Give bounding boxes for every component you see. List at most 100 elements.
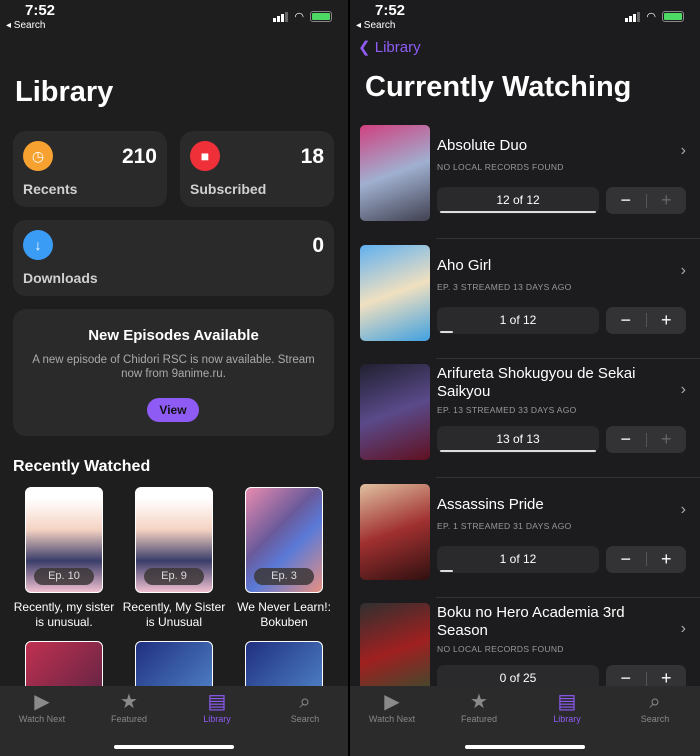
show-title: Assassins Pride (437, 495, 544, 513)
chevron-right-icon[interactable]: › (681, 262, 686, 280)
recents-label: Recents (23, 181, 78, 197)
tab-label: Featured (460, 714, 498, 724)
battery-icon (310, 11, 332, 22)
tab-bar: ▶ Watch Next ★ Featured ▤ Library ⌕ Search (350, 686, 700, 756)
chevron-right-icon[interactable]: › (681, 620, 686, 638)
episode-progress: 13 of 13 (437, 426, 599, 453)
subscription-badge-icon: ■ (190, 141, 220, 171)
recent-title[interactable]: We Never Learn!: Bokuben (229, 600, 339, 630)
downloads-count: 0 (312, 234, 324, 257)
show-row[interactable]: Assassins Pride EP. 1 STREAMED 31 DAYS A… (360, 479, 700, 598)
play-icon: ▶ (384, 691, 400, 713)
page-title: Library (15, 76, 114, 108)
progress-label: 13 of 13 (496, 432, 540, 446)
tab-label: Library (553, 714, 581, 724)
increment-button[interactable]: + (647, 310, 687, 331)
tab-watch-next[interactable]: ▶ Watch Next (352, 690, 432, 724)
recents-count: 210 (121, 145, 157, 168)
increment-button[interactable]: + (647, 429, 687, 450)
search-icon: ⌕ (649, 691, 661, 713)
chevron-right-icon[interactable]: › (681, 142, 686, 160)
library-screen: 7:52 ◂ Search ◠ Library ◷ 210 Recents ■ … (0, 0, 348, 756)
tab-watch-next[interactable]: ▶ Watch Next (2, 690, 82, 724)
show-status: EP. 13 STREAMED 33 DAYS AGO (437, 405, 577, 415)
tab-bar: ▶ Watch Next ★ Featured ▤ Library ⌕ Search (0, 686, 348, 756)
show-title: Boku no Hero Academia 3rd Season (437, 604, 625, 639)
show-thumbnail[interactable] (360, 603, 430, 699)
episode-progress: 1 of 12 (437, 306, 599, 334)
recent-poster[interactable]: Ep. 9 (135, 487, 213, 593)
wifi-icon: ◠ (646, 11, 656, 23)
status-bar: 7:52 ◂ Search ◠ (0, 0, 348, 32)
episode-badge: Ep. 9 (144, 568, 204, 585)
chevron-left-icon: ❮ (358, 39, 375, 56)
show-status: EP. 3 STREAMED 13 DAYS AGO (437, 281, 572, 292)
increment-button[interactable]: + (647, 190, 687, 211)
tab-search[interactable]: ⌕ Search (615, 690, 695, 724)
show-thumbnail[interactable] (360, 364, 430, 460)
show-thumbnail[interactable] (360, 483, 430, 580)
downloads-label: Downloads (23, 270, 98, 286)
decrement-button[interactable]: − (606, 429, 646, 450)
progress-fill (440, 569, 453, 572)
show-row[interactable]: Arifureta Shokugyou de Sekai Saikyou EP.… (360, 359, 700, 478)
recent-title[interactable]: Recently, My Sister is Unusual (119, 600, 229, 630)
tab-label: Watch Next (18, 714, 66, 724)
back-button[interactable]: ❮ Library (358, 38, 421, 56)
search-icon: ⌕ (299, 691, 311, 713)
subscribed-count: 18 (300, 145, 324, 168)
new-episodes-card: New Episodes Available A new episode of … (13, 309, 334, 436)
view-button[interactable]: View (147, 398, 199, 422)
star-icon: ★ (470, 691, 488, 713)
subscribed-card[interactable]: ■ 18 Subscribed (180, 131, 334, 207)
recent-poster[interactable]: Ep. 3 (245, 487, 323, 593)
decrement-button[interactable]: − (606, 549, 646, 570)
show-title: Arifureta Shokugyou de Sekai Saikyou (437, 365, 636, 400)
tab-label: Search (290, 714, 320, 724)
section-title: Recently Watched (13, 458, 151, 475)
decrement-button[interactable]: − (606, 190, 646, 211)
show-thumbnail[interactable] (360, 125, 430, 221)
episode-stepper: − + (606, 426, 686, 453)
back-to-app-link[interactable]: ◂ Search (356, 20, 395, 31)
show-row[interactable]: Aho Girl EP. 3 STREAMED 13 DAYS AGO › 1 … (360, 240, 700, 359)
show-thumbnail[interactable] (360, 244, 430, 341)
recent-title[interactable]: Recently, my sister is unusual. (9, 600, 119, 630)
recent-poster[interactable]: Ep. 10 (25, 487, 103, 593)
chevron-right-icon[interactable]: › (681, 501, 686, 519)
progress-fill (440, 211, 596, 213)
tab-featured[interactable]: ★ Featured (439, 690, 519, 724)
progress-fill (440, 450, 596, 452)
episode-stepper: − + (606, 187, 686, 214)
status-time: 7:52 (375, 2, 406, 19)
increment-button[interactable]: + (647, 549, 687, 570)
episode-badge: Ep. 10 (34, 568, 94, 585)
show-row[interactable]: Absolute Duo NO LOCAL RECORDS FOUND › 12… (360, 120, 700, 239)
show-status: NO LOCAL RECORDS FOUND (437, 644, 564, 654)
tab-search[interactable]: ⌕ Search (265, 690, 345, 724)
tab-label: Watch Next (368, 714, 416, 724)
episode-badge: Ep. 3 (254, 568, 314, 585)
tab-library[interactable]: ▤ Library (527, 690, 607, 724)
download-icon: ↓ (23, 230, 53, 260)
recents-card[interactable]: ◷ 210 Recents (13, 131, 167, 207)
progress-label: 1 of 12 (499, 551, 537, 566)
library-icon: ▤ (207, 691, 227, 713)
signal-icon (273, 11, 289, 22)
episode-progress: 12 of 12 (437, 187, 599, 214)
decrement-button[interactable]: − (606, 310, 646, 331)
tab-library[interactable]: ▤ Library (177, 690, 257, 724)
show-status: NO LOCAL RECORDS FOUND (437, 162, 564, 172)
subscribed-label: Subscribed (190, 181, 267, 197)
status-time: 7:52 (25, 2, 56, 19)
tab-featured[interactable]: ★ Featured (89, 690, 169, 724)
show-title: Aho Girl (437, 256, 492, 274)
library-icon: ▤ (557, 691, 577, 713)
home-indicator (114, 745, 234, 749)
status-bar: 7:52 ◂ Search ◠ (350, 0, 700, 32)
downloads-card[interactable]: ↓ 0 Downloads (13, 220, 334, 296)
tab-label: Search (640, 714, 670, 724)
back-to-app-link[interactable]: ◂ Search (6, 20, 45, 31)
chevron-right-icon[interactable]: › (681, 381, 686, 399)
tab-label: Featured (110, 714, 148, 724)
